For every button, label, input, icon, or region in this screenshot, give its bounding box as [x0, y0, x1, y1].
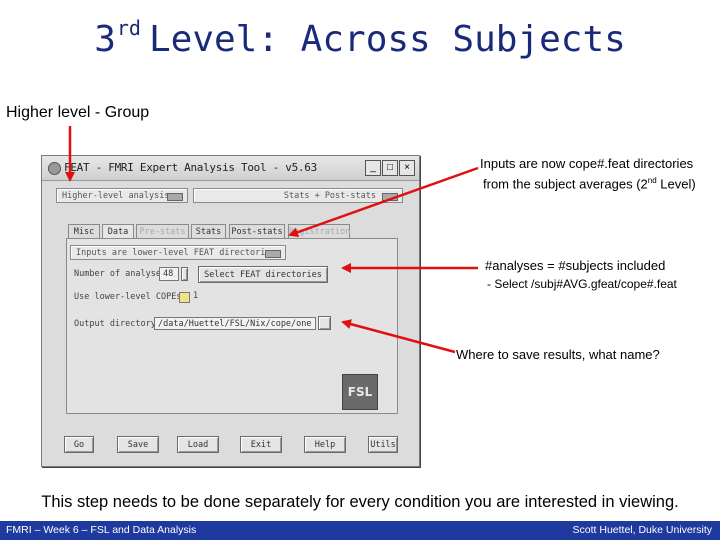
- footer-left: FMRI – Week 6 – FSL and Data Analysis: [6, 524, 197, 536]
- arrow-to-output-dir: [341, 319, 456, 354]
- arrow-to-input-type: [288, 166, 479, 238]
- footer-bar: FMRI – Week 6 – FSL and Data Analysis Sc…: [0, 521, 720, 540]
- annotation-inputs: Inputs are now cope#.feat directories fr…: [480, 156, 696, 192]
- annotation-output: Where to save results, what name?: [456, 347, 660, 362]
- slide-caption: This step needs to be done separately fo…: [41, 493, 679, 511]
- annotation-analyses: #analyses = #subjects included: [485, 258, 666, 273]
- footer-right: Scott Huettel, Duke University: [572, 524, 712, 536]
- annotation-select-path: - Select /subj#AVG.gfeat/cope#.feat: [487, 277, 677, 291]
